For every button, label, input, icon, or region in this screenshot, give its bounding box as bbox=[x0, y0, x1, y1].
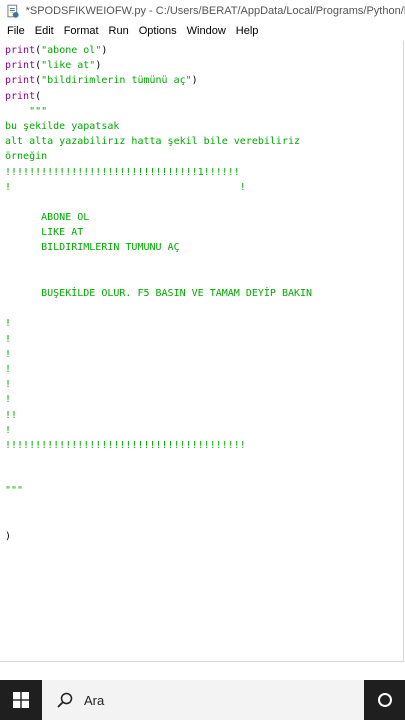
string-token: ! ! bbox=[5, 181, 246, 193]
code-line[interactable]: ! bbox=[5, 377, 403, 392]
string-token: BILDIRIMLERIN TUMUNU AÇ bbox=[5, 242, 180, 254]
code-line[interactable]: ! ! bbox=[5, 180, 403, 195]
code-line[interactable]: !!!!!!!!!!!!!!!!!!!!!!!!!!!!!!!!!!!!!!!! bbox=[5, 438, 403, 453]
string-token: bu şekilde yapatsak bbox=[5, 120, 120, 132]
python-idle-icon bbox=[7, 4, 19, 18]
string-token: BUŞEKİLDE OLUR. F5 BASIN VE TAMAM DEYİP … bbox=[5, 288, 313, 299]
code-line[interactable] bbox=[5, 468, 403, 483]
menu-help[interactable]: Help bbox=[236, 25, 259, 37]
menu-edit[interactable]: Edit bbox=[35, 25, 54, 37]
code-line[interactable]: !! bbox=[5, 408, 403, 423]
code-line[interactable]: BUŞEKİLDE OLUR. F5 BASIN VE TAMAM DEYİP … bbox=[5, 286, 403, 301]
windows-logo-icon bbox=[13, 692, 29, 708]
string-token: LIKE AT bbox=[5, 227, 84, 239]
code-line[interactable]: !!!!!!!!!!!!!!!!!!!!!!!!!!!!!!!!1!!!!!! bbox=[5, 165, 403, 180]
code-line[interactable]: ! bbox=[5, 332, 403, 347]
string-token: !! bbox=[5, 409, 18, 421]
menu-options[interactable]: Options bbox=[139, 25, 177, 37]
code-line[interactable]: print( bbox=[5, 89, 403, 104]
string-token: ! bbox=[5, 394, 12, 406]
code-line[interactable] bbox=[5, 499, 403, 514]
menu-format[interactable]: Format bbox=[64, 25, 99, 37]
code-line[interactable]: örneğin bbox=[5, 149, 403, 164]
code-token: ( bbox=[35, 90, 42, 102]
code-line[interactable]: ! bbox=[5, 316, 403, 331]
string-token: """ bbox=[5, 105, 48, 117]
keyword-token: print bbox=[5, 60, 36, 72]
string-token: alt alta yazabilirız hatta şekil bile ve… bbox=[5, 136, 301, 148]
code-editor[interactable]: print("abone ol") print("like at") print("… bbox=[0, 41, 404, 662]
keyword-token: print bbox=[5, 90, 36, 102]
string-token: ! bbox=[5, 348, 12, 360]
code-line[interactable]: print("abone ol") bbox=[5, 43, 403, 58]
code-line[interactable]: ABONE OL bbox=[5, 210, 403, 225]
code-line[interactable] bbox=[5, 271, 403, 286]
string-token: ! bbox=[5, 333, 12, 345]
code-line[interactable] bbox=[5, 195, 403, 210]
code-token: ) bbox=[5, 531, 12, 542]
code-line[interactable] bbox=[5, 514, 403, 529]
window-title: *SPODSFIKWEIOFW.py - C:/Users/BERAT/AppD… bbox=[25, 5, 405, 17]
string-token: "abone ol" bbox=[41, 45, 102, 56]
code-line[interactable]: ! bbox=[5, 423, 403, 438]
code-line[interactable] bbox=[5, 301, 403, 316]
window-titlebar[interactable]: *SPODSFIKWEIOFW.py - C:/Users/BERAT/AppD… bbox=[0, 0, 405, 22]
code-line[interactable]: ) bbox=[5, 529, 403, 544]
string-token: ! bbox=[5, 318, 12, 330]
start-button[interactable] bbox=[0, 680, 42, 720]
taskbar-search-box[interactable]: Ara bbox=[42, 680, 364, 720]
string-token: ABONE OL bbox=[5, 212, 90, 224]
code-line[interactable] bbox=[5, 256, 403, 271]
string-token: örneğin bbox=[5, 151, 48, 163]
code-line[interactable]: print("bildirimlerin tümünü aç") bbox=[5, 73, 403, 88]
menu-run[interactable]: Run bbox=[109, 25, 129, 37]
string-token: """ bbox=[5, 485, 24, 497]
code-text[interactable]: print("abone ol") print("like at") print("… bbox=[0, 41, 403, 544]
taskbar: Ara bbox=[0, 680, 405, 720]
code-line[interactable]: ! bbox=[5, 362, 403, 377]
string-token: ! bbox=[5, 363, 12, 375]
keyword-token: print bbox=[5, 75, 36, 87]
code-line[interactable]: print("like at") bbox=[5, 58, 403, 73]
code-token: ) bbox=[95, 60, 102, 72]
code-token: ) bbox=[101, 45, 108, 56]
string-token: "bildirimlerin tümünü aç" bbox=[41, 75, 192, 87]
string-token: ! bbox=[5, 379, 12, 391]
code-line[interactable]: bu şekilde yapatsak bbox=[5, 119, 403, 134]
menu-file[interactable]: File bbox=[7, 25, 25, 37]
search-icon bbox=[57, 692, 73, 708]
menu-window[interactable]: Window bbox=[187, 25, 226, 37]
keyword-token: print bbox=[5, 45, 36, 56]
code-line[interactable]: alt alta yazabilirız hatta şekil bile ve… bbox=[5, 134, 403, 149]
cortana-ring-icon bbox=[377, 693, 392, 707]
code-line[interactable]: LIKE AT bbox=[5, 225, 403, 240]
code-line[interactable]: """ bbox=[5, 483, 403, 498]
string-token: !!!!!!!!!!!!!!!!!!!!!!!!!!!!!!!!1!!!!!! bbox=[5, 166, 240, 178]
string-token: ! bbox=[5, 424, 12, 436]
code-line[interactable] bbox=[5, 453, 403, 468]
search-placeholder: Ara bbox=[84, 692, 105, 708]
cortana-button[interactable] bbox=[364, 680, 405, 720]
menu-bar: File Edit Format Run Options Window Help bbox=[0, 22, 405, 40]
code-token: ) bbox=[191, 75, 198, 87]
string-token: !!!!!!!!!!!!!!!!!!!!!!!!!!!!!!!!!!!!!!!! bbox=[5, 439, 246, 451]
code-line[interactable]: ! bbox=[5, 392, 403, 407]
string-token: "like at" bbox=[41, 60, 96, 72]
code-line[interactable]: """ bbox=[5, 104, 403, 119]
code-line[interactable]: BILDIRIMLERIN TUMUNU AÇ bbox=[5, 240, 403, 255]
code-line[interactable]: ! bbox=[5, 347, 403, 362]
